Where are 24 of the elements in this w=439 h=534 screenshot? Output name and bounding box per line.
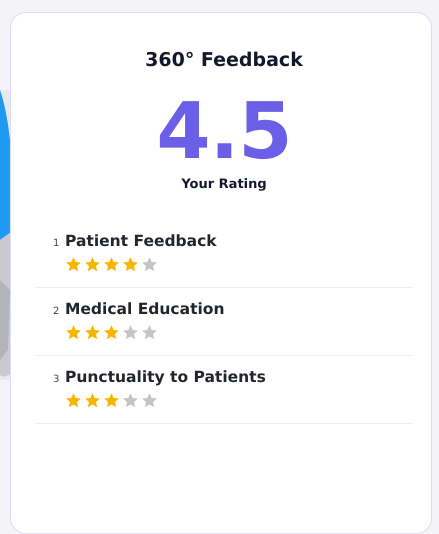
rating-score: 4.5 bbox=[156, 93, 292, 171]
star-icon bbox=[65, 256, 82, 273]
criterion-name: Patient Feedback bbox=[65, 232, 217, 250]
empty-star-icon bbox=[141, 324, 158, 341]
star-icon bbox=[103, 256, 120, 273]
star-icon bbox=[84, 324, 101, 341]
star-icon bbox=[103, 392, 120, 409]
star-icon bbox=[84, 256, 101, 273]
empty-star-icon bbox=[141, 392, 158, 409]
star-icon bbox=[103, 324, 120, 341]
row-number: 2 bbox=[52, 305, 60, 319]
star-icon bbox=[84, 392, 101, 409]
row-number: 1 bbox=[52, 237, 60, 251]
star-icon bbox=[122, 256, 139, 273]
criterion-name: Punctuality to Patients bbox=[65, 368, 266, 386]
empty-star-icon bbox=[141, 256, 158, 273]
star-icon bbox=[65, 392, 82, 409]
rating-label: Your Rating bbox=[181, 177, 267, 192]
empty-star-icon bbox=[122, 392, 139, 409]
card-title: 360° Feedback bbox=[145, 49, 303, 71]
row-number: 3 bbox=[52, 373, 60, 387]
star-icon bbox=[65, 324, 82, 341]
criterion-name: Medical Education bbox=[65, 300, 224, 318]
empty-star-icon bbox=[122, 324, 139, 341]
